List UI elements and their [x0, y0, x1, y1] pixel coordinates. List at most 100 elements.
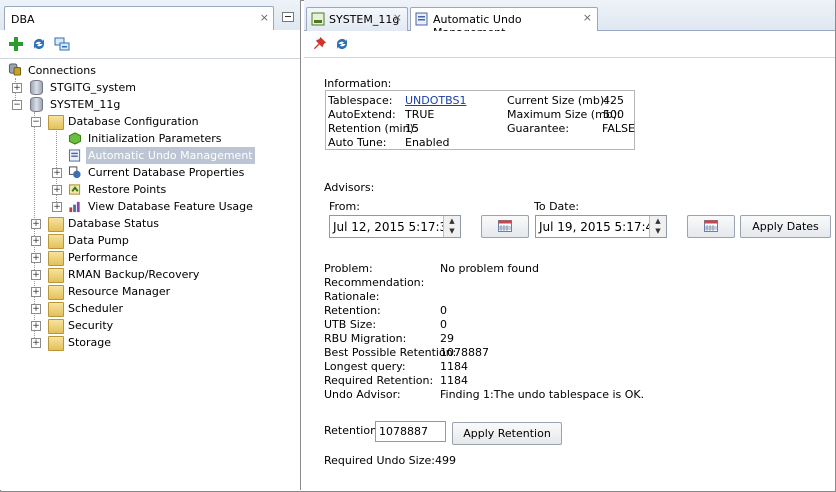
to-date-value: Jul 19, 2015 5:17:41	[539, 220, 661, 234]
add-connection-icon[interactable]	[8, 36, 24, 52]
expand-icon[interactable]: +	[31, 338, 41, 348]
expand-icon[interactable]: +	[31, 270, 41, 280]
database-icon	[30, 80, 43, 95]
undo-advisor-value: Finding 1:The undo tablespace is OK.	[440, 388, 645, 401]
expand-icon[interactable]: +	[52, 168, 62, 178]
close-icon[interactable]: ×	[583, 11, 592, 24]
spinner-arrows[interactable]: ▲ ▼	[443, 216, 460, 237]
undo-document-icon	[415, 12, 428, 26]
from-date-spinner[interactable]: Jul 12, 2015 5:17:38 ▲ ▼	[329, 215, 461, 238]
tab-label: SYSTEM_11g	[329, 13, 400, 26]
tree-item-security[interactable]: + Security	[31, 317, 251, 334]
undo-advisor-label: Undo Advisor:	[324, 388, 401, 401]
best-retention-value: 1078887	[440, 346, 489, 359]
tree-item-rman-backup-recovery[interactable]: + RMAN Backup/Recovery	[31, 266, 251, 283]
close-icon[interactable]: ×	[260, 11, 269, 24]
tree-label: Restore Points	[88, 183, 167, 196]
collapse-icon[interactable]: −	[12, 100, 22, 110]
folder-icon	[48, 217, 64, 232]
tree-item-automatic-undo-management[interactable]: Automatic Undo Management	[66, 147, 255, 164]
tree-item-database-configuration[interactable]: − Database Configuration	[31, 113, 251, 130]
spin-up-icon[interactable]: ▲	[444, 216, 460, 226]
tree-label: Connections	[28, 64, 96, 77]
expand-icon[interactable]: +	[52, 185, 62, 195]
minimize-icon[interactable]	[282, 12, 294, 22]
expand-icon[interactable]: +	[52, 202, 62, 212]
tab-automatic-undo-management[interactable]: Automatic Undo Management ×	[410, 7, 598, 39]
parameter-cube-icon	[68, 132, 82, 145]
refresh-icon[interactable]	[334, 36, 350, 52]
autoextend-label: AutoExtend:	[328, 108, 396, 121]
left-toolbar	[0, 30, 300, 59]
tree-label: Security	[68, 319, 114, 332]
tree-item-resource-manager[interactable]: + Resource Manager	[31, 283, 251, 300]
expand-icon[interactable]: +	[12, 83, 22, 93]
tree-label: SYSTEM_11g	[50, 98, 121, 111]
retention-input[interactable]: 1078887	[375, 421, 446, 442]
to-calendar-button[interactable]	[687, 215, 735, 238]
folder-icon	[48, 319, 64, 334]
spinner-arrows[interactable]: ▲ ▼	[649, 216, 666, 237]
current-size-label: Current Size (mb):	[507, 94, 608, 107]
undo-document-icon	[68, 149, 81, 162]
tree-item-view-database-feature-usage[interactable]: + View Database Feature Usage	[52, 198, 272, 215]
apply-retention-button[interactable]: Apply Retention	[452, 422, 562, 445]
utb-size-value: 0	[440, 318, 447, 331]
required-undo-size: Required Undo Size:499	[324, 454, 456, 467]
editor-tab-bar: SYSTEM_11g × Automatic Undo Management ×	[304, 0, 835, 39]
spin-down-icon[interactable]: ▼	[444, 226, 460, 236]
refresh-icon[interactable]	[31, 36, 47, 52]
autoextend-value: TRUE	[405, 108, 435, 121]
tree-label: View Database Feature Usage	[88, 200, 253, 213]
to-date-spinner[interactable]: Jul 19, 2015 5:17:41 ▲ ▼	[535, 215, 667, 238]
close-icon[interactable]: ×	[393, 11, 402, 24]
expand-icon[interactable]: +	[31, 321, 41, 331]
expand-icon[interactable]: +	[31, 304, 41, 314]
problem-value: No problem found	[440, 262, 539, 275]
spin-up-icon[interactable]: ▲	[650, 216, 666, 226]
expand-icon[interactable]: +	[31, 219, 41, 229]
tree-item-initialization-parameters[interactable]: Initialization Parameters	[66, 130, 286, 147]
tree-item-data-pump[interactable]: + Data Pump	[31, 232, 251, 249]
from-calendar-button[interactable]	[481, 215, 529, 238]
retention-label: Retention:	[324, 304, 381, 317]
retention-min-value: 15	[405, 122, 419, 135]
expand-icon[interactable]: +	[31, 253, 41, 263]
expand-icon[interactable]: +	[31, 287, 41, 297]
tablespace-link[interactable]: UNDOTBS1	[405, 94, 466, 108]
from-date-value: Jul 12, 2015 5:17:38	[333, 220, 455, 234]
folder-icon	[48, 285, 64, 300]
sql-worksheet-icon	[311, 12, 325, 26]
tree-item-stgitg-system[interactable]: + STGITG_system	[12, 79, 212, 96]
guarantee-label: Guarantee:	[507, 122, 570, 135]
dba-tab-label: DBA	[11, 13, 35, 26]
tree-item-system-11g[interactable]: − SYSTEM_11g	[12, 96, 212, 113]
tree-item-database-status[interactable]: + Database Status	[31, 215, 251, 232]
tree-item-performance[interactable]: + Performance	[31, 249, 251, 266]
folder-icon	[48, 336, 64, 351]
expand-icon[interactable]: +	[31, 236, 41, 246]
feature-usage-icon	[69, 201, 80, 213]
auto-tune-value: Enabled	[405, 136, 450, 149]
tree-label: RMAN Backup/Recovery	[68, 268, 200, 281]
tree-item-restore-points[interactable]: + Restore Points	[52, 181, 272, 198]
tree-label: Current Database Properties	[88, 166, 245, 179]
collapse-icon[interactable]: −	[31, 117, 41, 127]
editor-toolbar	[304, 31, 835, 58]
information-heading: Information:	[324, 77, 392, 90]
pin-icon[interactable]	[312, 36, 327, 51]
tree-item-current-database-properties[interactable]: + Current Database Properties	[52, 164, 272, 181]
apply-dates-button[interactable]: Apply Dates	[740, 215, 831, 238]
dba-tab[interactable]: DBA ×	[4, 6, 274, 31]
rationale-label: Rationale:	[324, 290, 380, 303]
spin-down-icon[interactable]: ▼	[650, 226, 666, 236]
tab-system-11g[interactable]: SYSTEM_11g ×	[306, 7, 408, 31]
maximum-size-value: 500	[603, 108, 624, 121]
rbu-migration-value: 29	[440, 332, 454, 345]
tree-item-storage[interactable]: + Storage	[31, 334, 251, 351]
tree-label: Automatic Undo Management	[86, 147, 255, 164]
tree-label: Scheduler	[68, 302, 124, 315]
tree-label: Storage	[68, 336, 112, 349]
collapse-all-icon[interactable]	[54, 36, 70, 52]
tree-item-scheduler[interactable]: + Scheduler	[31, 300, 251, 317]
